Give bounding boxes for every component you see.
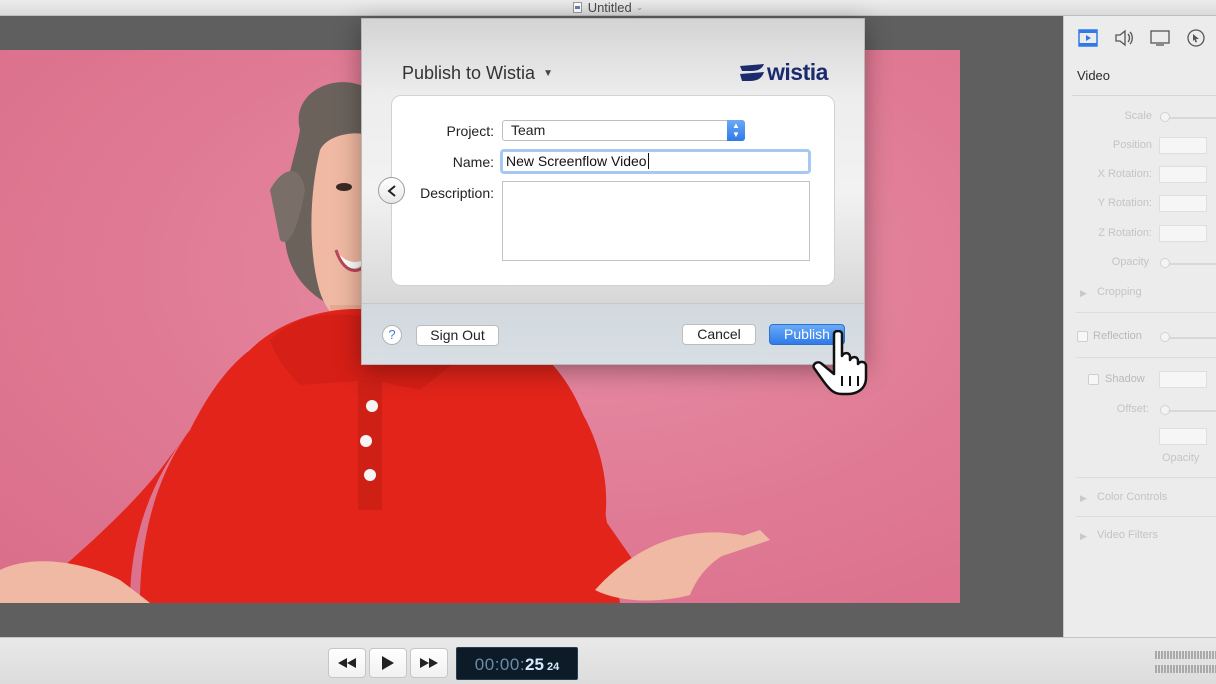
rewind-button[interactable] — [328, 648, 366, 678]
hand-pointer-cursor — [812, 329, 874, 401]
reflection-slider-knob[interactable] — [1160, 332, 1170, 342]
screen-icon[interactable] — [1149, 27, 1171, 49]
callout-icon[interactable] — [1185, 27, 1207, 49]
transport-bar: 00:00: 25 24 — [0, 637, 1216, 684]
position-field[interactable] — [1159, 137, 1207, 154]
reflection-checkbox[interactable] — [1077, 331, 1088, 342]
wistia-wordmark: wistia — [767, 59, 828, 85]
inspector-tabs — [1064, 16, 1216, 60]
timecode-display: 00:00: 25 24 — [456, 647, 578, 680]
divider — [1076, 477, 1216, 478]
help-button[interactable]: ? — [382, 325, 402, 345]
document-icon — [572, 2, 582, 13]
caret-down-icon: ▼ — [543, 68, 553, 79]
dialog-title: Publish to Wistia — [402, 63, 536, 83]
reflection-label: Reflection — [1093, 330, 1142, 342]
name-field-value: New Screenflow Video — [506, 153, 647, 169]
sign-out-button[interactable]: Sign Out — [416, 325, 499, 346]
x-rotation-label: X Rotation: — [1097, 168, 1152, 180]
scale-slider-knob[interactable] — [1160, 112, 1170, 122]
shadow-label: Shadow — [1105, 373, 1145, 385]
video-icon[interactable] — [1077, 27, 1099, 49]
divider — [1076, 312, 1216, 313]
inspector-section-title: Video — [1072, 60, 1216, 96]
name-field[interactable]: New Screenflow Video — [500, 149, 811, 174]
timecode-seconds: 25 — [525, 655, 544, 674]
project-select-value: Team — [511, 122, 546, 138]
opacity-label: Opacity — [1111, 256, 1149, 268]
audio-level-meter — [1155, 665, 1216, 673]
project-label: Project: — [446, 123, 494, 139]
audio-level-meter — [1155, 651, 1216, 659]
text-caret — [647, 153, 649, 169]
name-label: Name: — [452, 154, 494, 170]
position-label: Position — [1112, 139, 1152, 151]
color-controls-label[interactable]: Color Controls — [1097, 491, 1167, 503]
play-icon — [382, 656, 394, 670]
scale-slider[interactable] — [1162, 117, 1216, 119]
cropping-label[interactable]: Cropping — [1097, 286, 1142, 298]
dialog-title-menu[interactable]: Publish to Wistia ▼ — [402, 63, 553, 84]
shadow-color-field[interactable] — [1159, 371, 1207, 388]
project-select[interactable]: Team ▲ ▼ — [502, 120, 745, 141]
fast-forward-icon — [420, 658, 438, 668]
timecode-frames: 24 — [546, 661, 560, 673]
cancel-button[interactable]: Cancel — [682, 324, 756, 345]
shadow-opacity-label: Opacity — [1162, 452, 1200, 464]
back-button[interactable] — [378, 177, 405, 204]
offset-slider-knob[interactable] — [1160, 405, 1170, 415]
opacity-slider[interactable] — [1164, 263, 1216, 265]
disclosure-triangle-icon[interactable]: ▶ — [1080, 288, 1087, 299]
opacity-slider-knob[interactable] — [1160, 258, 1170, 268]
reflection-slider[interactable] — [1164, 337, 1216, 339]
shadow-checkbox[interactable] — [1088, 374, 1099, 385]
z-rotation-label: Z Rotation: — [1098, 227, 1152, 239]
publish-dialog: Publish to Wistia ▼ wistia Project: Team… — [361, 18, 865, 365]
chevron-left-icon — [386, 184, 396, 197]
video-filters-label[interactable]: Video Filters — [1097, 529, 1158, 541]
inspector-panel: Video Scale Position X Rotation: Y Rotat… — [1063, 16, 1216, 637]
shadow-opacity-field[interactable] — [1159, 428, 1207, 445]
form-panel: Project: Team ▲ ▼ Name: New Screenflow Vi… — [391, 95, 835, 286]
disclosure-triangle-icon[interactable]: ▶ — [1080, 531, 1087, 542]
y-rotation-field[interactable] — [1159, 195, 1207, 212]
window-titlebar: Untitled ⌄ — [0, 0, 1216, 16]
scale-label: Scale — [1124, 110, 1152, 122]
x-rotation-field[interactable] — [1159, 166, 1207, 183]
chevron-updown-icon: ▲ ▼ — [727, 120, 745, 141]
wistia-mark-icon — [740, 63, 764, 81]
offset-label: Offset: — [1116, 403, 1149, 415]
wistia-logo: wistia — [740, 59, 828, 86]
fast-forward-button[interactable] — [410, 648, 448, 678]
z-rotation-field[interactable] — [1159, 225, 1207, 242]
y-rotation-label: Y Rotation: — [1097, 197, 1152, 209]
window-title[interactable]: Untitled — [588, 0, 632, 15]
disclosure-triangle-icon[interactable]: ▶ — [1080, 493, 1087, 504]
description-field[interactable] — [502, 181, 810, 261]
offset-slider[interactable] — [1164, 410, 1216, 412]
audio-icon[interactable] — [1113, 27, 1135, 49]
timecode-hours-minutes: 00:00: — [474, 655, 526, 674]
divider — [1076, 516, 1216, 517]
play-button[interactable] — [369, 648, 407, 678]
divider — [1076, 357, 1216, 358]
chevron-down-icon[interactable]: ⌄ — [636, 2, 644, 13]
rewind-icon — [338, 658, 356, 668]
